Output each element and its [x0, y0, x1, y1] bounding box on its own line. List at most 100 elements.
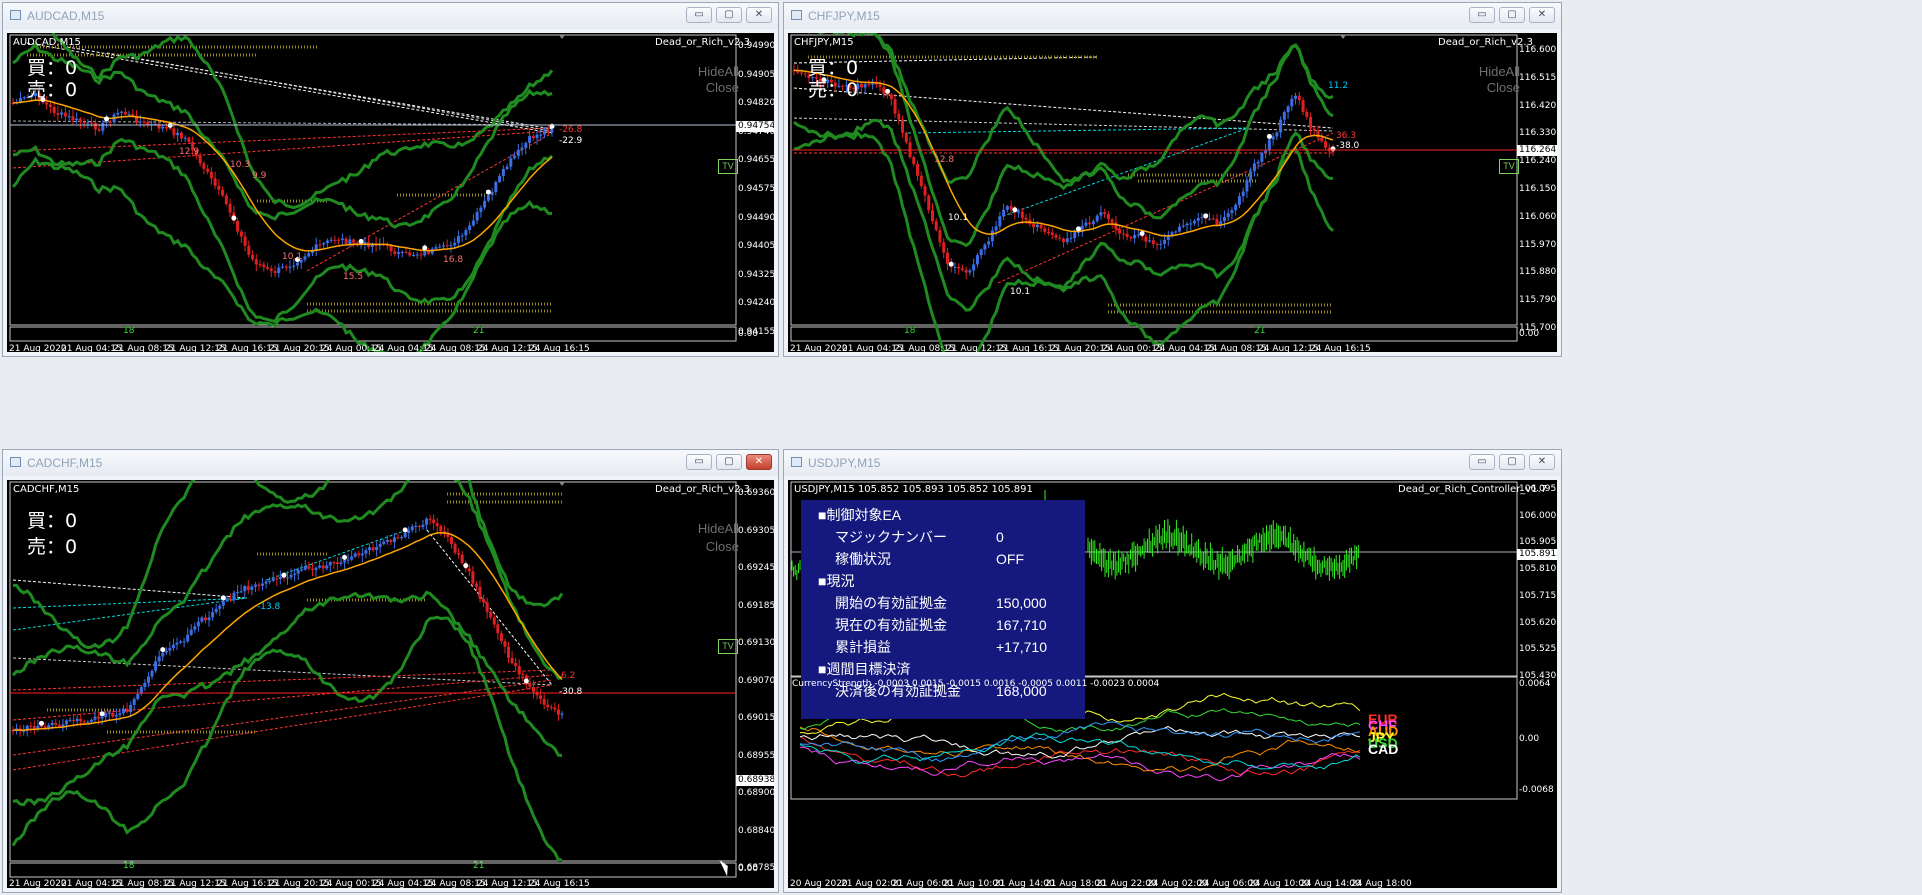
sell-count: 売：0	[27, 79, 78, 101]
candle-body	[108, 121, 112, 123]
maximize-button[interactable]: ▢	[1499, 7, 1525, 23]
candle-body	[471, 220, 475, 226]
candle-body	[357, 553, 361, 556]
candle-body	[435, 523, 439, 527]
candle-body	[528, 683, 532, 688]
minimize-button[interactable]: ▭	[686, 7, 712, 23]
candle-body	[1193, 220, 1197, 224]
candle-body	[505, 166, 509, 169]
candle-body	[350, 556, 354, 560]
price-tick: 106.000	[1519, 510, 1557, 521]
candle-body	[125, 709, 129, 713]
candle-body	[136, 693, 140, 700]
close-button[interactable]: ✕	[746, 7, 772, 23]
candle-body	[364, 550, 368, 554]
close-all-button[interactable]: Close	[1468, 79, 1520, 97]
titlebar[interactable]: USDJPY,M15 ▭ ▢ ✕	[784, 450, 1561, 476]
trade-marker	[422, 245, 428, 251]
candle-body	[218, 605, 222, 609]
candle-body	[146, 676, 150, 683]
titlebar[interactable]: CHFJPY,M15 ▭ ▢ ✕	[784, 3, 1561, 29]
price-tick: 0.69245	[738, 563, 774, 573]
minimize-button[interactable]: ▭	[686, 454, 712, 470]
candle-body	[246, 586, 250, 590]
candle-body	[328, 562, 332, 566]
currency-strength-line	[799, 746, 1361, 782]
candle-body	[550, 129, 554, 133]
sub-mark-18: 18	[123, 326, 135, 336]
candle-body	[101, 122, 105, 131]
close-all-button[interactable]: Close	[687, 538, 739, 556]
price-chart[interactable]: CHFJPY,M15 Dead_or_Rich_v2.3 買：0 売：0 Hid…	[788, 33, 1557, 352]
close-button[interactable]: ✕	[1529, 454, 1555, 470]
close-button[interactable]: ✕	[1529, 7, 1555, 23]
bollinger-band	[793, 118, 1334, 312]
close-button[interactable]: ✕	[746, 454, 772, 470]
close-all-button[interactable]: Close	[687, 79, 739, 97]
trade-marker	[358, 238, 364, 244]
candle-body	[408, 252, 412, 256]
window-cadchf[interactable]: CADCHF,M15 ▭ ▢ ✕ CADCHF,M15 Dead_or_Rich…	[2, 449, 779, 893]
candle-body	[157, 656, 161, 662]
tv-button[interactable]: TV	[718, 159, 738, 174]
symbol-label: CADCHF,M15	[13, 484, 80, 495]
window-audcad[interactable]: AUDCAD,M15 ▭ ▢ ✕ AUDCAD,M15 Dead_or_Rich…	[2, 2, 779, 357]
price-chart[interactable]: CADCHF,M15 Dead_or_Rich_v2.3 買：0 売：0 Hid…	[7, 480, 774, 888]
candle-body	[1331, 151, 1335, 153]
candle-body	[346, 559, 350, 561]
window-usdjpy[interactable]: USDJPY,M15 ▭ ▢ ✕ USDJPY,M15 105.852 105.…	[783, 449, 1562, 893]
trade-marker	[281, 572, 287, 578]
maximize-button[interactable]: ▢	[1499, 454, 1525, 470]
trade-marker	[485, 189, 491, 195]
minimize-button[interactable]: ▭	[1469, 7, 1495, 23]
candle-body	[360, 553, 364, 556]
candle-body	[528, 136, 532, 143]
trade-marker	[160, 647, 166, 653]
minimize-button[interactable]: ▭	[1469, 454, 1495, 470]
tv-button[interactable]: TV	[1499, 159, 1519, 174]
maximize-button[interactable]: ▢	[716, 454, 742, 470]
chart-window-icon	[10, 10, 21, 20]
time-tick: 21 Aug 2020	[9, 879, 67, 888]
hideall-button[interactable]: HideAll	[687, 520, 739, 538]
maximize-button[interactable]: ▢	[716, 7, 742, 23]
candle-body	[175, 642, 179, 645]
trade-marker	[231, 215, 237, 221]
trade-annotation: -22.9	[559, 136, 583, 146]
price-tick: 0.68900	[738, 788, 774, 798]
titlebar[interactable]: CADCHF,M15 ▭ ▢ ✕	[3, 450, 778, 476]
price-chart[interactable]: USDJPY,M15 105.852 105.893 105.852 105.8…	[788, 480, 1557, 888]
tv-button[interactable]: TV	[718, 639, 738, 654]
candle-body	[68, 720, 72, 722]
candle-body	[142, 121, 146, 123]
candle-body	[994, 226, 998, 231]
candle-body	[61, 724, 65, 727]
titlebar[interactable]: AUDCAD,M15 ▭ ▢ ✕	[3, 3, 778, 29]
candle-body	[886, 93, 890, 95]
candle-body	[284, 266, 288, 268]
trade-marker	[885, 88, 891, 94]
candle-body	[1065, 238, 1069, 243]
candle-body	[521, 674, 525, 676]
candle-body	[414, 525, 418, 527]
price-tick: 115.880	[1519, 267, 1557, 278]
candle-body	[168, 128, 172, 130]
sub-mark-21: 21	[473, 326, 485, 336]
trade-marker	[1075, 226, 1081, 232]
candle-body	[168, 648, 172, 651]
price-chart[interactable]: AUDCAD,M15 Dead_or_Rich_v2.3 買：0 売：0 Hid…	[7, 33, 774, 352]
pnl-label: 累計損益	[835, 639, 891, 655]
cs-tick-zero: 0.00	[1519, 734, 1540, 744]
window-chfjpy[interactable]: CHFJPY,M15 ▭ ▢ ✕ CHFJPY,M15 Dead_or_Rich…	[783, 2, 1562, 357]
scroll-marker	[559, 35, 565, 39]
candle-body	[799, 72, 803, 74]
candle-body	[393, 251, 397, 254]
candle-body	[531, 136, 535, 139]
current-price-box: 0.68938	[736, 775, 774, 786]
candle-body	[912, 157, 916, 164]
candle-body	[1174, 231, 1178, 233]
candle-body	[18, 97, 22, 102]
candle-body	[968, 270, 972, 273]
price-tick: 0.94575	[738, 184, 774, 194]
time-tick: 24 Aug 18:00	[1351, 879, 1412, 888]
